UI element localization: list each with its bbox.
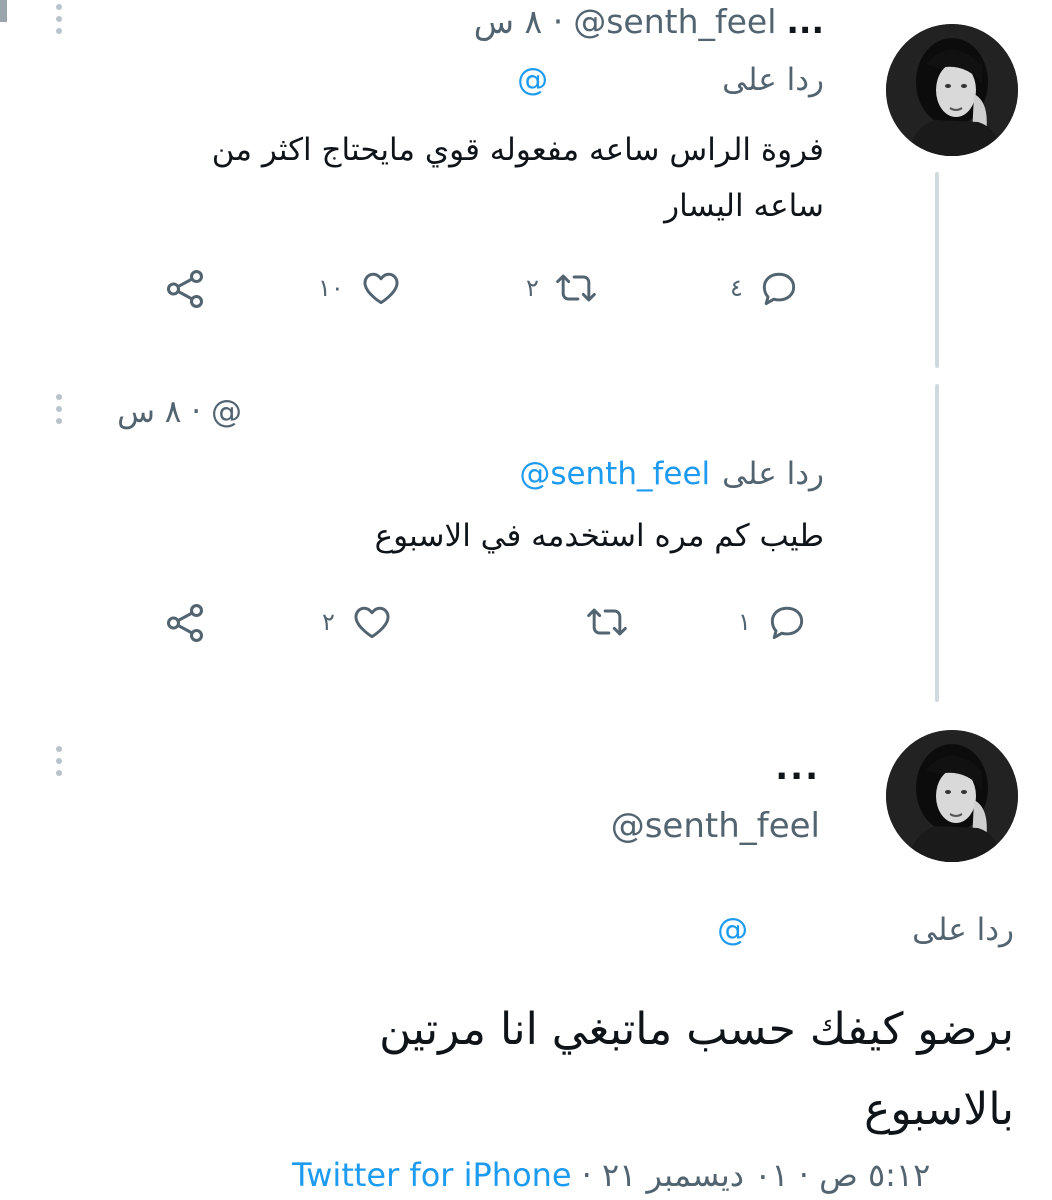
reply-to-label: ردا على — [912, 912, 1014, 948]
like-button[interactable]: ١٠ — [318, 266, 404, 310]
like-count: ١٠ — [318, 274, 344, 302]
reply-to-handle[interactable]: @senth_feel — [519, 456, 710, 492]
main-tweet-meta: Twitter for iPhone ٥:١٢ ص · ٠١ ديسمبر ٢١… — [292, 1156, 930, 1194]
more-button[interactable]: ... — [775, 748, 820, 788]
retweet-icon — [553, 266, 599, 310]
reply-button[interactable]: ٤ — [730, 266, 801, 310]
like-icon — [349, 600, 395, 644]
tweet-timestamp[interactable]: ٥:١٢ ص · ٠١ ديسمبر ٢١ · — [582, 1156, 931, 1194]
avatar[interactable] — [886, 730, 1018, 862]
thread-line — [935, 384, 939, 702]
tweet2-header[interactable]: @ · ٨ س — [117, 394, 242, 430]
more-dots-icon[interactable] — [54, 4, 64, 34]
tweet1-text: فروة الراس ساعه مفعوله قوي مايحتاج اكثر … — [212, 122, 824, 234]
main-tweet-handle[interactable]: @senth_feel — [611, 806, 820, 846]
avatar[interactable] — [886, 24, 1018, 156]
reply-icon — [757, 266, 801, 310]
reply-to-handle[interactable]: @ — [717, 912, 748, 948]
reply-icon — [765, 600, 809, 644]
more-dots-icon[interactable] — [54, 394, 64, 424]
tweet1-time[interactable]: · ٨ س — [474, 2, 564, 41]
main-tweet-text: برضو كيفك حسب ماتبغي انا مرتين بالاسبوع — [379, 990, 1014, 1150]
scroll-indicator[interactable] — [0, 0, 7, 22]
retweet-icon — [584, 600, 630, 644]
tweet-source[interactable]: Twitter for iPhone — [292, 1156, 572, 1194]
reply-button[interactable]: ١ — [738, 600, 809, 644]
share-icon — [162, 600, 208, 646]
main-tweet-text-line2: بالاسبوع — [864, 1084, 1014, 1135]
tweet1-text-line1: فروة الراس ساعه مفعوله قوي مايحتاج اكثر … — [211, 132, 824, 168]
main-tweet-reply-to: ردا على @ — [717, 912, 1014, 948]
share-button[interactable] — [162, 266, 208, 312]
reply-to-handle[interactable]: @ — [517, 62, 548, 98]
thread-line — [935, 172, 939, 368]
reply-count: ٤ — [730, 274, 743, 302]
more-dots-icon[interactable] — [54, 746, 64, 776]
share-icon — [162, 266, 208, 312]
tweet1-text-line2: ساعه اليسار — [664, 188, 824, 224]
like-button[interactable]: ٢ — [322, 600, 395, 644]
main-tweet-text-line1: برضو كيفك حسب ماتبغي انا مرتين — [379, 1004, 1014, 1055]
tweet2-text: طيب كم مره استخدمه في الاسبوع — [374, 518, 824, 554]
share-button[interactable] — [162, 600, 208, 646]
retweet-count: ٢ — [526, 274, 539, 302]
more-button[interactable]: ... — [786, 2, 824, 41]
retweet-button[interactable] — [570, 600, 630, 644]
tweet2-reply-to: ردا على @senth_feel — [519, 456, 824, 492]
retweet-button[interactable]: ٢ — [526, 266, 599, 310]
reply-to-label: ردا على — [722, 456, 824, 492]
tweet1-handle[interactable]: @senth_feel — [573, 2, 776, 41]
like-count: ٢ — [322, 608, 335, 636]
tweet1-reply-to: ردا على @ — [517, 62, 824, 98]
tweet1-header: ... @senth_feel · ٨ س — [474, 2, 824, 41]
like-icon — [358, 266, 404, 310]
reply-count: ١ — [738, 608, 751, 636]
reply-to-label: ردا على — [722, 62, 824, 98]
